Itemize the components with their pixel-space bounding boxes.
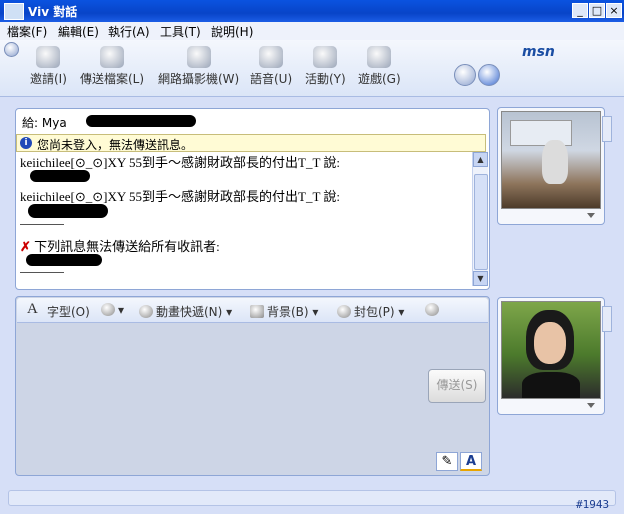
scroll-thumb[interactable] bbox=[474, 174, 488, 270]
status-text: #1943 bbox=[576, 498, 610, 511]
emoticon-button[interactable]: ▾ bbox=[101, 303, 124, 317]
send-button[interactable]: 傳送(S) bbox=[428, 369, 486, 403]
scroll-down-icon[interactable]: ▼ bbox=[473, 271, 488, 286]
avatar-face-shape bbox=[534, 322, 566, 364]
text-tab[interactable]: A bbox=[460, 452, 482, 471]
collapse-toolbar-icon[interactable] bbox=[4, 42, 19, 57]
voice-button[interactable]: 語音(U) bbox=[250, 46, 292, 87]
menu-actions[interactable]: 執行(A) bbox=[108, 23, 150, 40]
gift-label: 封包(P) bbox=[354, 305, 395, 319]
redacted-message bbox=[30, 170, 90, 182]
close-button[interactable]: × bbox=[606, 3, 622, 18]
wink-label: 動畫快遞(N) bbox=[156, 305, 223, 319]
title-prefix: Viv bbox=[28, 5, 50, 19]
maximize-button[interactable]: □ bbox=[589, 3, 605, 18]
avatar-body-shape bbox=[522, 372, 580, 398]
title-bar: Viv 對話 _ □ × bbox=[0, 0, 624, 22]
games-button[interactable]: 遊戲(G) bbox=[358, 46, 401, 87]
contact-avatar-frame bbox=[497, 107, 605, 225]
menu-help[interactable]: 說明(H) bbox=[211, 23, 253, 40]
background-label: 背景(B) bbox=[267, 305, 309, 319]
gift-button[interactable]: 封包(P) ▾ bbox=[337, 303, 404, 320]
title-label: 對話 bbox=[53, 5, 78, 19]
redacted-message bbox=[28, 204, 108, 218]
msn-logo: msn bbox=[522, 44, 555, 60]
send-file-button[interactable]: 傳送檔案(L) bbox=[80, 46, 144, 87]
scroll-up-icon[interactable]: ▲ bbox=[473, 152, 488, 167]
avatar-options-icon[interactable] bbox=[587, 213, 595, 218]
chat-scrollbar[interactable]: ▲ ▼ bbox=[472, 152, 488, 286]
send-file-icon bbox=[100, 46, 125, 68]
menu-file[interactable]: 檔案(F) bbox=[7, 23, 47, 40]
chat-history: keiichilee[⊙_⊙]XY 55到手～感謝財政部長的付出T_T 說: k… bbox=[16, 152, 472, 286]
info-bar: i 您尚未登入，無法傳送訊息。 bbox=[16, 134, 486, 152]
recipient-name: Mya bbox=[41, 116, 67, 130]
wink-button[interactable]: 動畫快遞(N) ▾ bbox=[139, 303, 232, 320]
activities-label: 活動(Y) bbox=[305, 72, 346, 86]
status-message-area bbox=[8, 490, 616, 506]
collapse-avatar-icon[interactable] bbox=[602, 116, 612, 142]
font-button[interactable]: 字型(O) bbox=[47, 303, 90, 320]
handwriting-tab[interactable]: ✎ bbox=[436, 452, 458, 471]
compose-toolbar: A 字型(O) ▾ 動畫快遞(N) ▾ 背景(B) ▾ 封包(P) ▾ bbox=[17, 298, 488, 323]
webcam-label: 網路攝影機(W) bbox=[158, 72, 240, 86]
send-file-label: 傳送檔案(L) bbox=[80, 72, 145, 86]
message-header: keiichilee[⊙_⊙]XY 55到手～感謝財政部長的付出T_T 說: bbox=[20, 155, 341, 170]
avatar-figure-shape bbox=[542, 140, 568, 184]
to-field: 給: Mya bbox=[22, 114, 67, 131]
message-header: keiichilee[⊙_⊙]XY 55到手～感謝財政部長的付出T_T 說: bbox=[20, 189, 341, 204]
menu-bar: 檔案(F) 編輯(E) 執行(A) 工具(T) 說明(H) bbox=[0, 22, 624, 40]
nudge-icon bbox=[425, 303, 439, 316]
webcam-button[interactable]: 網路攝影機(W) bbox=[158, 46, 239, 87]
webcam-icon bbox=[186, 46, 211, 68]
background-icon bbox=[250, 305, 264, 318]
divider bbox=[20, 224, 64, 225]
my-avatar bbox=[501, 301, 601, 399]
menu-edit[interactable]: 編輯(E) bbox=[58, 23, 99, 40]
info-text: 您尚未登入，無法傳送訊息。 bbox=[37, 138, 194, 152]
activities-icon bbox=[313, 46, 338, 68]
redacted-email bbox=[86, 115, 196, 127]
minimize-button[interactable]: _ bbox=[572, 3, 588, 18]
emoticon-icon bbox=[101, 303, 115, 316]
voice-icon bbox=[259, 46, 284, 68]
invite-label: 邀請(I) bbox=[30, 72, 67, 86]
compose-panel: A 字型(O) ▾ 動畫快遞(N) ▾ 背景(B) ▾ 封包(P) ▾ 傳送(S… bbox=[15, 296, 490, 476]
theme-icon[interactable] bbox=[478, 64, 500, 86]
info-icon: i bbox=[20, 137, 32, 149]
error-text: 下列訊息無法傳送給所有收訊者: bbox=[34, 239, 220, 254]
invite-icon bbox=[36, 46, 61, 68]
collapse-my-avatar-icon[interactable] bbox=[602, 306, 612, 332]
redacted-message bbox=[26, 254, 102, 266]
error-line: ✗ 下列訊息無法傳送給所有收訊者: bbox=[20, 236, 220, 255]
wink-icon bbox=[139, 305, 153, 318]
divider bbox=[20, 272, 64, 273]
window-title: Viv 對話 bbox=[28, 3, 77, 20]
games-icon bbox=[367, 46, 392, 68]
to-label: 給: bbox=[22, 116, 39, 130]
error-icon: ✗ bbox=[20, 239, 31, 254]
msn-window-icon bbox=[4, 3, 24, 20]
background-button[interactable]: 背景(B) ▾ bbox=[250, 303, 318, 320]
input-mode-tabs: ✎ A bbox=[436, 452, 484, 472]
activities-button[interactable]: 活動(Y) bbox=[305, 46, 346, 87]
gift-icon bbox=[337, 305, 351, 318]
font-icon: A bbox=[27, 301, 38, 317]
status-bar: #1943 bbox=[0, 488, 624, 514]
games-label: 遊戲(G) bbox=[358, 72, 401, 86]
invite-button[interactable]: 邀請(I) bbox=[30, 46, 67, 87]
contact-avatar bbox=[501, 111, 601, 209]
avatar-options-icon[interactable] bbox=[587, 403, 595, 408]
menu-tools[interactable]: 工具(T) bbox=[160, 23, 201, 40]
nudge-button[interactable] bbox=[425, 303, 442, 317]
voice-label: 語音(U) bbox=[250, 72, 293, 86]
my-avatar-frame bbox=[497, 297, 605, 415]
status-icon[interactable] bbox=[454, 64, 476, 86]
